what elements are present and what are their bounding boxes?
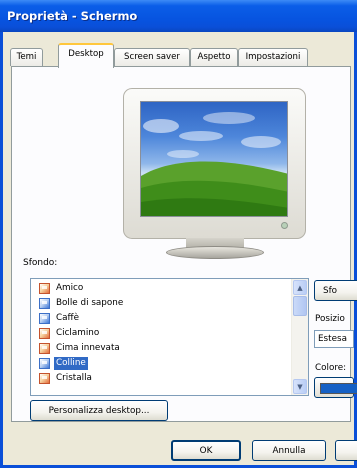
list-item[interactable]: Cristalla [39,371,94,386]
wallpaper-preview [140,101,288,217]
list-item[interactable]: Ciclamino [39,326,101,341]
color-picker-button[interactable] [314,377,357,398]
monitor-preview [123,88,306,239]
tab-temi[interactable]: Temi [10,48,43,66]
color-label: Colore: [315,363,347,373]
image-file-icon [39,283,50,294]
list-item[interactable]: Caffè [39,311,81,326]
scroll-up-icon[interactable]: ▲ [293,280,307,295]
power-led-icon [281,222,288,229]
list-item[interactable]: Bolle di sapone [39,296,125,311]
customize-desktop-button[interactable]: Personalizza desktop... [30,400,168,421]
list-item-selected[interactable]: Colline [39,356,88,371]
list-item[interactable]: Amico [39,281,85,296]
image-file-blue-icon [39,298,50,309]
monitor-stand-base [166,246,264,259]
image-file-icon [39,373,50,384]
browse-button[interactable]: Sfo [314,280,357,301]
ok-button[interactable]: OK [171,440,241,461]
scroll-thumb[interactable] [293,296,307,316]
scroll-down-icon[interactable]: ▼ [293,379,307,394]
list-scrollbar[interactable]: ▲ ▼ [291,279,308,395]
position-select[interactable]: Estesa [314,330,354,348]
color-swatch [320,383,357,394]
tab-screen-saver[interactable]: Screen saver [114,48,190,66]
image-file-blue-icon [39,358,50,369]
image-file-icon [39,343,50,354]
image-file-blue-icon [39,313,50,324]
window-title: Proprietà - Schermo [7,9,138,23]
tab-impostazioni[interactable]: Impostazioni [238,48,308,66]
list-item[interactable]: Cima innevata [39,341,122,356]
cancel-button[interactable]: Annulla [252,440,326,461]
image-file-icon [39,328,50,339]
tab-desktop[interactable]: Desktop [58,43,114,68]
tab-aspetto[interactable]: Aspetto [190,48,238,66]
apply-button[interactable] [335,440,357,461]
display-properties-window: Proprietà - Schermo Temi Desktop Screen … [0,0,357,468]
position-label: Posizio [315,314,345,324]
background-list[interactable]: Amico Bolle di sapone Caffè Ciclamino Ci… [30,278,309,396]
title-bar[interactable]: Proprietà - Schermo [0,0,357,32]
background-label: Sfondo: [23,258,58,268]
